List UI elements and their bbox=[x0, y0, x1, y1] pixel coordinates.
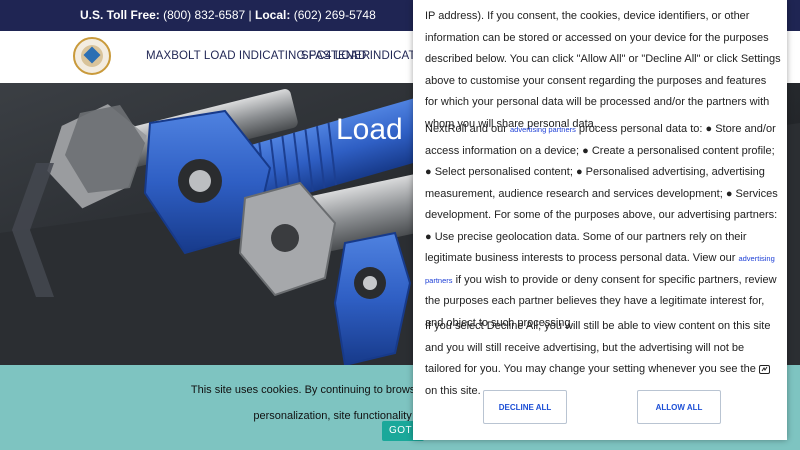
consent-paragraph-2-middle: process personal data to: ● Store and/or… bbox=[425, 123, 778, 264]
settings-icon[interactable] bbox=[758, 364, 770, 374]
local-label: Local: bbox=[255, 8, 291, 22]
allow-all-button[interactable]: ALLOW ALL bbox=[637, 390, 721, 424]
toll-free-label: U.S. Toll Free: bbox=[80, 8, 160, 22]
phone-separator: | bbox=[248, 8, 252, 22]
consent-modal: IP address). If you consent, the cookies… bbox=[413, 0, 787, 440]
advertising-partners-link-1[interactable]: advertising partners bbox=[510, 125, 576, 134]
consent-paragraph-1: IP address). If you consent, the cookies… bbox=[425, 10, 781, 130]
consent-paragraph-3-end: on this site. bbox=[425, 384, 481, 397]
slider-prev-chevron-icon[interactable] bbox=[8, 163, 58, 297]
decline-all-button[interactable]: DECLINE ALL bbox=[483, 390, 567, 424]
consent-paragraph-2: NextRoll and our advertising partners pr… bbox=[425, 119, 781, 334]
local-number[interactable]: (602) 269-5748 bbox=[294, 8, 376, 22]
consent-paragraph-3: If you select Decline All, you will stil… bbox=[425, 316, 781, 402]
consent-paragraph-2-start: NextRoll and our bbox=[425, 123, 510, 135]
contact-phones: U.S. Toll Free: (800) 832-6587 | Local: … bbox=[80, 0, 376, 31]
consent-paragraph-3-start: If you select Decline All, you will stil… bbox=[425, 320, 771, 375]
company-logo[interactable] bbox=[73, 37, 111, 75]
toll-free-number[interactable]: (800) 832-6587 bbox=[163, 8, 245, 22]
